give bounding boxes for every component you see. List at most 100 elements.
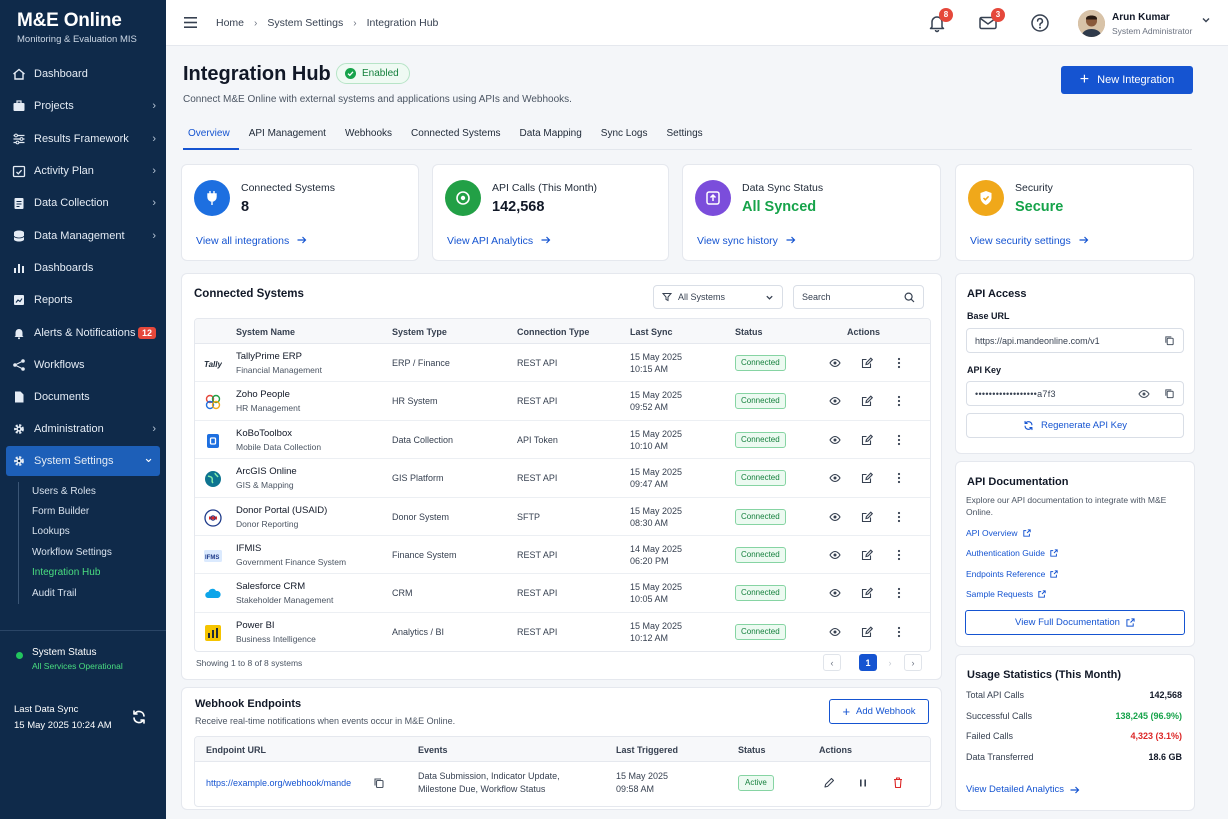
help-icon[interactable]: [1030, 13, 1050, 33]
tab-connected-systems[interactable]: Connected Systems: [406, 122, 510, 150]
breadcrumb-home[interactable]: Home: [216, 17, 244, 29]
base-url-field[interactable]: https://api.mandeonline.com/v1: [966, 328, 1184, 353]
chevron-down-icon[interactable]: [1201, 15, 1211, 25]
tab-data-mapping[interactable]: Data Mapping: [515, 122, 591, 150]
database-icon: [12, 229, 26, 243]
copy-icon[interactable]: [1164, 335, 1175, 346]
last-sync-date: 15 May 2025: [630, 352, 683, 362]
external-link-icon: [1050, 549, 1058, 557]
copy-icon[interactable]: [373, 777, 385, 789]
add-webhook-button[interactable]: + Add Webhook: [829, 699, 929, 724]
more-vertical-icon[interactable]: [893, 472, 905, 484]
sidebar-item-projects[interactable]: Projects ›: [0, 90, 166, 122]
sidebar-item-activity-plan[interactable]: Activity Plan ›: [0, 155, 166, 187]
sidebar-item-alerts-notifications[interactable]: Alerts & Notifications 12: [0, 316, 166, 348]
more-vertical-icon[interactable]: [893, 434, 905, 446]
pagination-next[interactable]: ›: [904, 654, 922, 671]
more-vertical-icon[interactable]: [893, 587, 905, 599]
sidebar-item-label: Results Framework: [34, 132, 129, 145]
user-name[interactable]: Arun Kumar: [1112, 12, 1170, 23]
subnav-item-workflow-settings[interactable]: Workflow Settings: [19, 543, 166, 563]
stat-link[interactable]: View sync history: [697, 235, 796, 247]
new-integration-button[interactable]: + New Integration: [1061, 66, 1193, 94]
pagination-prev[interactable]: ‹: [823, 654, 841, 671]
systems-filter-select[interactable]: All Systems: [653, 285, 783, 309]
eye-icon[interactable]: [829, 587, 841, 599]
eye-icon[interactable]: [1138, 389, 1150, 399]
pagination-page-1[interactable]: 1: [859, 654, 877, 671]
regenerate-api-key-button[interactable]: Regenerate API Key: [966, 413, 1184, 438]
doc-link-api-overview[interactable]: API Overview: [966, 528, 1031, 538]
tab-sync-logs[interactable]: Sync Logs: [596, 122, 657, 150]
eye-icon[interactable]: [829, 434, 841, 446]
connection-type: API Token: [517, 434, 558, 445]
doc-link-authentication-guide[interactable]: Authentication Guide: [966, 548, 1058, 558]
doc-link-endpoints-reference[interactable]: Endpoints Reference: [966, 569, 1059, 579]
pencil-icon[interactable]: [823, 777, 835, 789]
sidebar-item-results-framework[interactable]: Results Framework ›: [0, 123, 166, 155]
doc-link-sample-requests[interactable]: Sample Requests: [966, 589, 1046, 599]
subnav-item-users-roles[interactable]: Users & Roles: [19, 482, 166, 502]
edit-icon[interactable]: [861, 472, 873, 484]
table-row: Power BI Business Intelligence Analytics /…: [195, 613, 930, 651]
edit-icon[interactable]: [861, 549, 873, 561]
menu-icon[interactable]: [184, 17, 197, 28]
trash-icon[interactable]: [892, 776, 904, 789]
more-vertical-icon[interactable]: [893, 549, 905, 561]
edit-icon[interactable]: [861, 510, 873, 523]
last-sync: 15 May 2025 09:47 AM: [630, 466, 682, 490]
eye-icon[interactable]: [829, 549, 841, 561]
sidebar-item-documents[interactable]: Documents: [0, 381, 166, 413]
avatar[interactable]: [1078, 10, 1105, 37]
breadcrumb-system-settings[interactable]: System Settings: [267, 17, 343, 29]
base-url-value: https://api.mandeonline.com/v1: [975, 335, 1100, 346]
eye-icon[interactable]: [829, 626, 841, 638]
refresh-icon[interactable]: [131, 709, 147, 725]
edit-icon[interactable]: [861, 626, 873, 638]
arrow-right-icon: [297, 236, 307, 244]
tab-overview[interactable]: Overview: [183, 122, 239, 150]
breadcrumb-current: Integration Hub: [366, 17, 439, 29]
more-vertical-icon[interactable]: [893, 626, 905, 638]
edit-icon[interactable]: [861, 357, 873, 369]
tab-api-management[interactable]: API Management: [244, 122, 335, 150]
systems-search-input[interactable]: Search: [793, 285, 924, 309]
sidebar-item-administration[interactable]: Administration ›: [0, 413, 166, 445]
stat-link[interactable]: View security settings: [970, 235, 1089, 247]
api-key-field[interactable]: ••••••••••••••••••a7f3: [966, 381, 1184, 406]
view-full-documentation-button[interactable]: View Full Documentation: [965, 610, 1185, 635]
tab-webhooks[interactable]: Webhooks: [340, 122, 401, 150]
sidebar-item-dashboard[interactable]: Dashboard: [0, 58, 166, 90]
view-detailed-analytics-link[interactable]: View Detailed Analytics: [966, 784, 1080, 795]
edit-icon[interactable]: [861, 434, 873, 446]
sidebar-item-workflows[interactable]: Workflows: [0, 349, 166, 381]
sidebar-item-dashboards[interactable]: Dashboards: [0, 252, 166, 284]
stat-label: Security: [1015, 182, 1053, 194]
arrow-right-icon: [541, 236, 551, 244]
more-vertical-icon[interactable]: [893, 357, 905, 369]
more-vertical-icon[interactable]: [893, 511, 905, 523]
edit-icon[interactable]: [861, 587, 873, 599]
subnav-item-integration-hub[interactable]: Integration Hub: [19, 563, 166, 583]
sidebar-item-system-settings[interactable]: System Settings ⌄: [6, 445, 160, 476]
external-link-icon: [1022, 529, 1031, 537]
more-vertical-icon[interactable]: [893, 395, 905, 407]
pause-icon[interactable]: [857, 777, 869, 789]
subnav-item-lookups[interactable]: Lookups: [19, 522, 166, 542]
webhook-url-link[interactable]: https://example.org/webhook/mande: [206, 778, 351, 788]
system-type: GIS Platform: [392, 473, 444, 484]
sidebar-item-reports[interactable]: Reports: [0, 284, 166, 316]
subnav-item-form-builder[interactable]: Form Builder: [19, 502, 166, 522]
copy-icon[interactable]: [1164, 388, 1175, 399]
tab-settings[interactable]: Settings: [662, 122, 712, 150]
stat-link[interactable]: View all integrations: [196, 235, 307, 247]
sidebar-item-data-collection[interactable]: Data Collection ›: [0, 187, 166, 219]
eye-icon[interactable]: [829, 357, 841, 369]
eye-icon[interactable]: [829, 472, 841, 484]
subnav-item-audit-trail[interactable]: Audit Trail: [19, 584, 166, 604]
edit-icon[interactable]: [861, 395, 873, 407]
sidebar-item-data-management[interactable]: Data Management ›: [0, 219, 166, 251]
eye-icon[interactable]: [829, 395, 841, 407]
eye-icon[interactable]: [829, 511, 841, 523]
stat-link[interactable]: View API Analytics: [447, 235, 551, 247]
